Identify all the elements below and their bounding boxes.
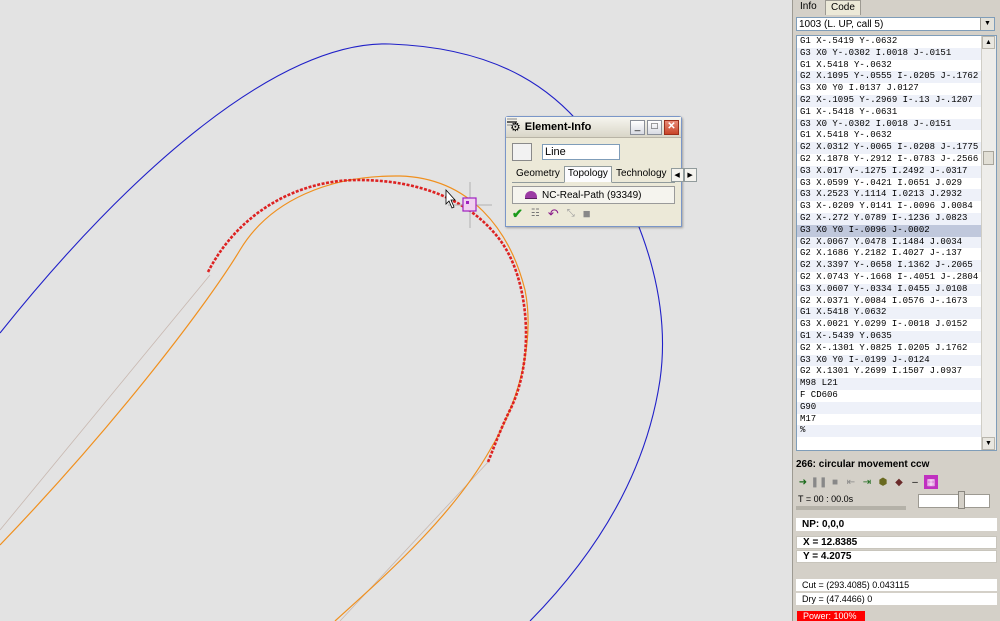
tab-topology[interactable]: Topology [563,166,612,183]
tab-scroll-left-icon[interactable]: ◀ [670,168,684,182]
scroll-thumb[interactable] [983,151,994,165]
program-select-value: 1003 (L. UP, call 5) [799,19,884,30]
close-button[interactable]: ✕ [664,119,679,135]
code-line[interactable]: G1 X-.5418 Y-.0631 [797,107,982,119]
right-panel: Info Code 1003 (L. UP, call 5) ▼ G1 X-.5… [792,0,1000,621]
cut-readout: Cut = (293.4085) 0.043115 [796,579,997,591]
code-line[interactable]: G3 X.017 Y-.1275 I.2492 J-.0317 [797,165,982,178]
status-line: 266: circular movement ccw [796,459,930,470]
code-line[interactable]: G1 X-.5419 Y-.0632 [797,36,982,48]
time-progress-bar [796,506,906,510]
sim-time: T = 00 : 00.0s [798,494,854,504]
nc-code-lines: G1 X-.5419 Y-.0632 G3 X0 Y-.0302 I.0018 J… [797,36,982,438]
code-line[interactable]: G2 X.0067 Y.0478 I.1484 J.0034 [797,236,982,249]
tab-code[interactable]: Code [825,0,861,15]
tab-geometry[interactable]: Geometry [512,166,564,182]
step-back-icon[interactable]: ⇤ [844,475,858,489]
code-line[interactable]: G2 X-.1301 Y.0825 I.0205 J.1762 [797,343,982,355]
power-indicator: Power: 100% [797,611,865,621]
code-line[interactable]: G2 X-.272 Y.0789 I-.1236 J.0823 [797,212,982,225]
nc-code-list[interactable]: G1 X-.5419 Y-.0632 G3 X0 Y-.0302 I.0018 J… [796,35,997,451]
speed-field[interactable] [918,494,990,508]
orange-toolpath [0,175,529,621]
step-forward-icon[interactable]: ⇥ [860,475,874,489]
code-line[interactable]: G2 X.1686 Y.2182 I.4027 J-.137 [797,248,982,260]
element-info-toolbar: ✔ ☷ ↶ ⤡ ■ [506,204,681,224]
code-line[interactable]: G90 [797,401,982,414]
code-line[interactable]: F CD606 [797,390,982,402]
code-line[interactable]: G3 X0 Y-.0302 I.0018 J-.0151 [797,47,982,60]
code-line[interactable]: G3 X0 Y0 I.0137 J.0127 [797,83,982,95]
code-line[interactable]: M17 [797,414,982,426]
element-info-window[interactable]: ⚙ Element-Info _ □ ✕ Geometry Topology T… [505,116,697,227]
minimize-button[interactable]: _ [630,119,645,135]
code-line[interactable]: G1 X.5418 Y-.0632 [797,60,982,72]
pattern-icon[interactable]: ▦ [924,475,938,489]
tab-technology[interactable]: Technology [612,166,671,182]
code-line[interactable]: G2 X.3397 Y-.0658 I.1362 J-.2065 [797,260,982,272]
code-line[interactable]: G3 X.0607 Y-.0334 I.0455 J.0108 [797,283,982,296]
nc-path-item[interactable]: NC-Real-Path (93349) [512,186,675,204]
cad-viewport[interactable]: ⚙ Element-Info _ □ ✕ Geometry Topology T… [0,0,792,621]
scroll-up-icon[interactable]: ▲ [982,36,995,49]
code-line[interactable]: G2 X.0371 Y.0084 I.0576 J-.1673 [797,296,982,308]
element-type-field[interactable] [542,144,620,160]
scroll-down-icon[interactable]: ▼ [982,437,995,450]
nc-path-label: NC-Real-Path (93349) [542,189,642,201]
mouse-pointer-icon [445,188,456,209]
np-readout: NP: 0,0,0 [796,518,997,531]
playback-toolbar: ➜ ❚❚ ■ ⇤ ⇥ ⬢ ◆ – ▦ [796,475,938,489]
line-type-icon[interactable] [507,118,532,161]
code-line[interactable]: G1 X.5418 Y.0632 [797,307,982,320]
code-line[interactable]: G3 X0 Y-.0302 I.0018 J-.0151 [797,118,982,131]
code-line[interactable]: G3 X.0021 Y.0299 I-.0018 J.0152 [797,319,982,331]
tab-scroll: ◀ ▶ [670,168,697,182]
element-info-titlebar[interactable]: ⚙ Element-Info _ □ ✕ [506,117,681,138]
nc-path-icon [525,191,537,199]
block-icon[interactable]: ■ [583,207,591,221]
apply-check-icon[interactable]: ✔ [512,207,523,221]
code-line[interactable]: G3 X.0599 Y-.0421 I.0651 J.029 [797,178,982,190]
play-icon[interactable]: ➜ [796,475,810,489]
speed-slider-handle[interactable] [958,491,965,509]
code-line[interactable]: G3 X0 Y0 I-.0096 J-.0002 [797,224,982,237]
x-readout: X = 12.8385 [796,536,997,549]
code-line[interactable]: G2 X.1878 Y-.2912 I-.0783 J-.2566 [797,154,982,166]
chevron-down-icon[interactable]: ▼ [980,18,994,30]
crosshair-cursor [448,182,492,228]
eraser-icon[interactable]: ◆ [892,475,906,489]
pause-icon[interactable]: ❚❚ [811,475,828,489]
code-line[interactable]: G2 X-.1095 Y-.2969 I-.13 J-.1207 [797,94,982,107]
tool-icon[interactable]: ⬢ [876,475,890,489]
line-mode-icon[interactable]: – [908,475,922,489]
code-line[interactable]: G3 X0 Y0 I-.0199 J-.0124 [797,354,982,367]
code-line[interactable]: G1 X.5418 Y-.0632 [797,130,982,142]
element-info-title: Element-Info [524,121,592,133]
toolpath-drawing [0,43,664,621]
code-line[interactable]: % [797,425,982,438]
tree-icon[interactable]: ☷ [531,207,540,221]
rapid-line-1 [0,274,211,531]
redo-icon[interactable]: ↶ [548,207,559,221]
code-line[interactable]: G2 X.1095 Y-.0555 I-.0205 J-.1762 [797,71,982,84]
code-line[interactable]: G3 X-.0209 Y.0141 I-.0096 J.0084 [797,201,982,213]
tab-scroll-right-icon[interactable]: ▶ [683,168,697,182]
code-line[interactable]: G1 X-.5439 Y.0635 [797,330,982,343]
maximize-button[interactable]: □ [647,119,662,135]
code-line[interactable]: M98 L21 [797,378,982,390]
panel-tabs: Info Code [793,0,1000,15]
y-readout: Y = 4.2075 [796,550,997,563]
tab-info[interactable]: Info [795,0,822,13]
code-line[interactable]: G3 X.2523 Y.1114 I.0213 J.2932 [797,189,982,202]
stop-icon[interactable]: ■ [828,475,842,489]
code-line[interactable]: G2 X.0743 Y-.1668 I-.4051 J-.2804 [797,272,982,284]
code-line[interactable]: G2 X.1301 Y.2699 I.1507 J.0937 [797,366,982,378]
code-scrollbar[interactable]: ▲ ▼ [981,36,996,450]
scale-icon[interactable]: ⤡ [567,207,575,221]
program-select[interactable]: 1003 (L. UP, call 5) ▼ [796,17,995,31]
code-line[interactable]: G2 X.0312 Y-.0065 I-.0208 J-.1775 [797,142,982,154]
element-info-tabs: Geometry Topology Technology ◀ ▶ [512,166,697,183]
dry-readout: Dry = (47.4466) 0 [796,593,997,605]
highlighted-arc [206,178,528,463]
